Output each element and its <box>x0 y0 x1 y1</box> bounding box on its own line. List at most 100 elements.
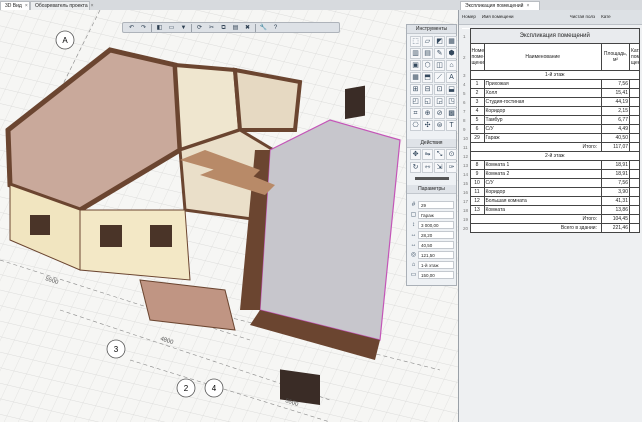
tool-button[interactable]: ⬒ <box>422 72 433 83</box>
floor-total-value: 104,45 <box>601 214 630 224</box>
param-name: ▢ Гараж <box>409 210 454 219</box>
view-icon[interactable]: ◧ <box>154 24 165 32</box>
table-row[interactable]: 15 10 С/У 7,56 <box>462 178 640 188</box>
floor-total-label: Итого: <box>469 142 602 152</box>
parameters-list: #29 ▢ Гараж ↕ 3 000,00 ↔ 28,20 ↔ 40,50 ◎ 121,… <box>407 199 456 280</box>
schedule-column-header: Номер Имя помещени Чистая полз Кате <box>459 10 642 25</box>
pick-icon[interactable]: ⊙ <box>446 149 457 160</box>
tool-button[interactable]: ⬚ <box>410 36 421 47</box>
tools-panel: Инструменты ⬚ ▱ ◩ ▦ ▥ ▤ ✎ ⬢ ▣ ⬡ ◫ ⌂ ▦ ⬒ … <box>406 24 457 286</box>
tool-button[interactable]: ⊕ <box>422 108 433 119</box>
tool-button[interactable]: ⬓ <box>446 84 457 95</box>
axis-marker-4: 4 <box>212 384 217 393</box>
param-perimeter: ↔ 28,20 <box>409 230 454 239</box>
tool-button[interactable]: ◳ <box>446 96 457 107</box>
table-row[interactable]: 9 6 С/У 4,49 <box>462 124 640 134</box>
match-icon[interactable]: ⇲ <box>434 162 445 173</box>
table-row[interactable]: 8 5 Тамбур 6,77 <box>462 115 640 125</box>
rotate-icon[interactable]: ⟳ <box>194 24 205 32</box>
tab-room-schedule[interactable]: Экспликация помещений × <box>460 1 540 10</box>
close-icon[interactable]: × <box>526 3 529 9</box>
split-icon[interactable]: ⇿ <box>422 162 433 173</box>
close-icon[interactable]: × <box>91 3 94 9</box>
tool-button[interactable]: ◲ <box>434 96 445 107</box>
tool-button[interactable]: A <box>446 72 457 83</box>
cut-icon[interactable]: ✂ <box>206 24 217 32</box>
tool-button[interactable]: ⬢ <box>446 48 457 59</box>
table-row[interactable]: 6 3 Студия-гостиная 44,19 <box>462 97 640 107</box>
close-icon[interactable]: × <box>25 3 28 9</box>
filter-icon[interactable]: ▼ <box>178 24 189 32</box>
header-number[interactable]: Номер <box>462 10 476 24</box>
tab-project-browser[interactable]: Обозреватель проекта × <box>30 1 94 10</box>
tool-button[interactable]: ⟋ <box>434 72 445 83</box>
param-offset: ▭ 150,00 <box>409 270 454 279</box>
tool-button[interactable]: ⬡ <box>422 60 433 71</box>
tool-button[interactable]: ▱ <box>422 36 433 47</box>
tool-button[interactable]: T <box>446 120 457 131</box>
mirror-icon[interactable]: ⇋ <box>422 149 433 160</box>
room-bath-floor <box>232 67 303 132</box>
wrench-icon[interactable]: 🔧 <box>258 24 269 32</box>
axis-marker-a: А <box>62 36 68 45</box>
width-icon: ↔ <box>410 231 417 238</box>
tool-button[interactable]: ⊞ <box>410 84 421 95</box>
tool-button[interactable]: ⌂ <box>446 60 457 71</box>
header-area[interactable]: Чистая полз <box>570 10 596 24</box>
table-row[interactable]: 7 4 Коридор 2,15 <box>462 106 640 116</box>
tool-button[interactable]: ▤ <box>422 48 433 59</box>
paste-icon[interactable]: ▤ <box>230 24 241 32</box>
table-row[interactable]: 14 9 Комната 2 18,91 <box>462 169 640 179</box>
axis-marker-3: 3 <box>114 345 119 354</box>
tool-button[interactable]: ◱ <box>422 96 433 107</box>
undo-icon[interactable]: ↶ <box>126 24 137 32</box>
tool-button[interactable]: ✣ <box>422 120 433 131</box>
tool-button[interactable]: ◩ <box>434 36 445 47</box>
tools-panel-title: Инструменты <box>407 25 456 34</box>
table-row[interactable]: 5 2 Холл 15,41 <box>462 88 640 98</box>
delete-icon[interactable]: ✖ <box>242 24 253 32</box>
actions-title: Действия <box>407 139 456 148</box>
help-icon[interactable]: ? <box>270 24 281 32</box>
schedule-title: Экспликация помещений <box>469 28 640 44</box>
redo-icon[interactable]: ↷ <box>138 24 149 32</box>
tool-button[interactable]: ⊟ <box>422 84 433 95</box>
table-row[interactable]: 10 29 Гараж 40,50 <box>462 133 640 143</box>
tool-button[interactable]: ◰ <box>410 96 421 107</box>
3d-viewport[interactable]: 3 2 4 А 5500 4800 5500 ↶ ↷ ◧ ▭ ▼ ⟳ ✂ ⧉ ▤… <box>0 10 458 422</box>
tool-button[interactable]: ⊜ <box>434 120 445 131</box>
tool-button[interactable]: ✎ <box>434 48 445 59</box>
tool-button[interactable]: ◫ <box>434 60 445 71</box>
col-name-header: Наименование <box>483 43 602 71</box>
tool-button[interactable]: ⌗ <box>410 108 421 119</box>
table-row[interactable]: 16 11 Коридор 3,90 <box>462 187 640 197</box>
tool-button[interactable]: ⊘ <box>434 108 445 119</box>
table-row[interactable]: 13 8 Комната 1 18,91 <box>462 160 640 170</box>
tool-button[interactable]: ▦ <box>410 72 421 83</box>
header-category[interactable]: Кате <box>601 10 611 24</box>
color-swatch[interactable] <box>415 177 449 180</box>
tool-button[interactable]: ▩ <box>446 108 457 119</box>
3d-model-scene: 3 2 4 А 5500 4800 5500 <box>0 10 458 422</box>
tool-button[interactable]: ▦ <box>446 36 457 47</box>
display-icon[interactable]: ▭ <box>166 24 177 32</box>
tool-button[interactable]: ▥ <box>410 48 421 59</box>
tab-3d-view[interactable]: 3D Вид × <box>0 1 30 10</box>
offset-icon: ▭ <box>410 272 417 278</box>
tool-button[interactable]: ▣ <box>410 60 421 71</box>
table-row[interactable]: 18 13 Комната 13,86 <box>462 205 640 215</box>
rotate-tool-icon[interactable]: ↻ <box>410 162 421 173</box>
table-row[interactable]: 4 1 Прихожая 7,56 <box>462 79 640 89</box>
tool-button[interactable]: ⎔ <box>410 120 421 131</box>
height-icon: ↕ <box>412 221 415 228</box>
col-category-header: Кат. поме-щения <box>629 43 640 71</box>
table-row[interactable]: 17 12 Большая комната 41,31 <box>462 196 640 206</box>
header-name[interactable]: Имя помещени <box>482 10 514 24</box>
copy-icon[interactable]: ⧉ <box>218 24 229 32</box>
offset-icon[interactable]: ⤡ <box>434 149 445 160</box>
move-icon[interactable]: ✥ <box>410 149 421 160</box>
eyedropper-icon[interactable]: ✑ <box>446 162 457 173</box>
floor-total-label: Итого: <box>469 214 602 224</box>
tool-button[interactable]: ⊡ <box>434 84 445 95</box>
param-height: ↕ 3 000,00 <box>409 220 454 229</box>
